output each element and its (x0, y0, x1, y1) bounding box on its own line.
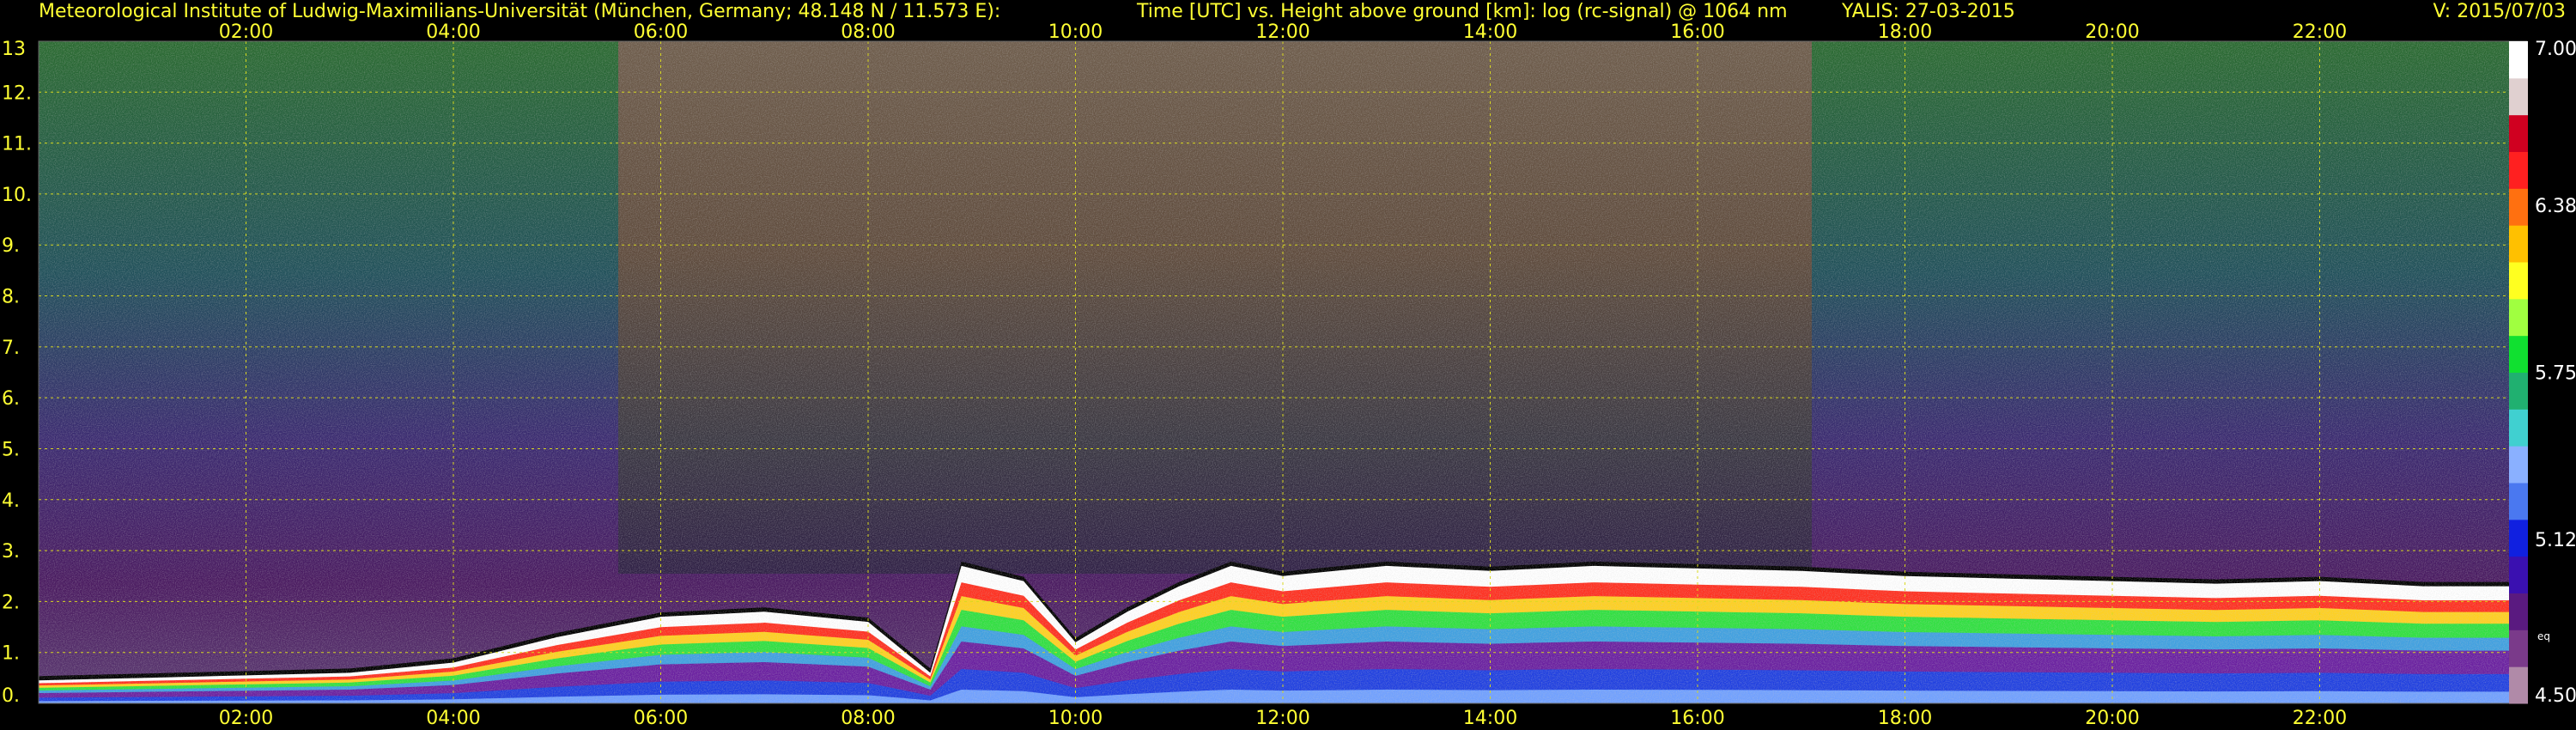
colorbar-segment (2509, 225, 2528, 263)
colorbar-segment (2509, 483, 2528, 520)
y-tick-label: 12. (2, 82, 32, 104)
plot-title: Time [UTC] vs. Height above ground [km]:… (1136, 1, 1788, 22)
colorbar-tick-label: 6.38 (2535, 196, 2576, 217)
colorbar-segment (2509, 335, 2528, 373)
y-tick-label: 1. (2, 643, 20, 665)
colorbar: 7.00 6.38 5.75 5.12 4.50 eq (2509, 39, 2576, 707)
colorbar-segment (2509, 630, 2528, 667)
x-axis-top: 02:00 04:00 06:00 08:00 10:00 12:00 14:00 16:00… (219, 21, 2347, 43)
y-tick-label: 5. (2, 439, 20, 460)
instrument-date: YALIS: 27-03-2015 (1841, 1, 2015, 22)
y-tick-label: 13 (2, 39, 26, 60)
x-tick-label-top: 02:00 (219, 21, 273, 43)
x-tick-label-top: 04:00 (426, 21, 480, 43)
lidar-time-height-chart: Meteorological Institute of Ludwig-Maxim… (2, 1, 2576, 729)
version-label: V: 2015/07/03 (2433, 1, 2566, 22)
y-tick-label: 3. (2, 541, 20, 563)
y-tick-label: 11. (2, 134, 32, 155)
x-tick-label-top: 18:00 (1878, 21, 1932, 43)
colorbar-segment (2509, 556, 2528, 593)
colorbar-segment (2509, 446, 2528, 484)
x-tick-label-top: 20:00 (2085, 21, 2139, 43)
colorbar-segment (2509, 188, 2528, 226)
x-tick-label-bottom: 14:00 (1463, 708, 1517, 729)
colorbar-segment (2509, 41, 2528, 79)
x-tick-label-bottom: 12:00 (1255, 708, 1309, 729)
y-axis: 13 12. 11. 10. 9. 8. 7. 6. 5. 4. 3. 2. 1. 0. (2, 39, 32, 707)
y-tick-label: 10. (2, 185, 32, 206)
y-tick-label: 0. (2, 685, 20, 707)
x-tick-label-top: 06:00 (634, 21, 688, 43)
plot-area (39, 41, 2527, 703)
colorbar-segment (2509, 298, 2528, 337)
colorbar-segment (2509, 593, 2528, 630)
x-tick-label-top: 10:00 (1048, 21, 1103, 43)
x-tick-label-bottom: 10:00 (1048, 708, 1103, 729)
x-tick-label-bottom: 22:00 (2293, 708, 2347, 729)
x-tick-label-top: 16:00 (1670, 21, 1724, 43)
y-tick-label: 2. (2, 592, 20, 613)
x-tick-label-bottom: 20:00 (2085, 708, 2139, 729)
colorbar-segment (2509, 666, 2528, 704)
colorbar-segment (2509, 77, 2528, 116)
x-tick-label-bottom: 04:00 (426, 708, 480, 729)
colorbar-segment (2509, 372, 2528, 410)
x-tick-label-bottom: 08:00 (841, 708, 895, 729)
x-tick-label-top: 08:00 (841, 21, 895, 43)
y-tick-label: 8. (2, 287, 20, 308)
y-tick-label: 7. (2, 338, 20, 359)
x-tick-label-top: 22:00 (2293, 21, 2347, 43)
x-tick-label-bottom: 06:00 (634, 708, 688, 729)
x-tick-label-bottom: 18:00 (1878, 708, 1932, 729)
y-tick-label: 9. (2, 235, 20, 257)
colorbar-tick-label: 5.12 (2535, 530, 2576, 551)
colorbar-segment (2509, 262, 2528, 300)
institute-header: Meteorological Institute of Ludwig-Maxim… (39, 1, 1000, 22)
colorbar-segment (2509, 114, 2528, 152)
colorbar-tick-label: 4.50 (2535, 685, 2576, 707)
x-tick-label-top: 12:00 (1255, 21, 1309, 43)
y-tick-label: 4. (2, 490, 20, 512)
colorbar-segment (2509, 151, 2528, 189)
colorbar-segment (2509, 409, 2528, 447)
x-tick-label-bottom: 16:00 (1670, 708, 1724, 729)
x-axis-bottom: 02:00 04:00 06:00 08:00 10:00 12:00 14:00 16:00… (219, 708, 2347, 729)
y-tick-label: 6. (2, 388, 20, 410)
x-tick-label-bottom: 02:00 (219, 708, 273, 729)
colorbar-tick-label: 5.75 (2535, 363, 2576, 385)
colorbar-segment (2509, 519, 2528, 557)
colorbar-tick-label: 7.00 (2535, 39, 2576, 60)
x-tick-label-top: 14:00 (1463, 21, 1517, 43)
colorbar-note: eq (2537, 630, 2550, 642)
